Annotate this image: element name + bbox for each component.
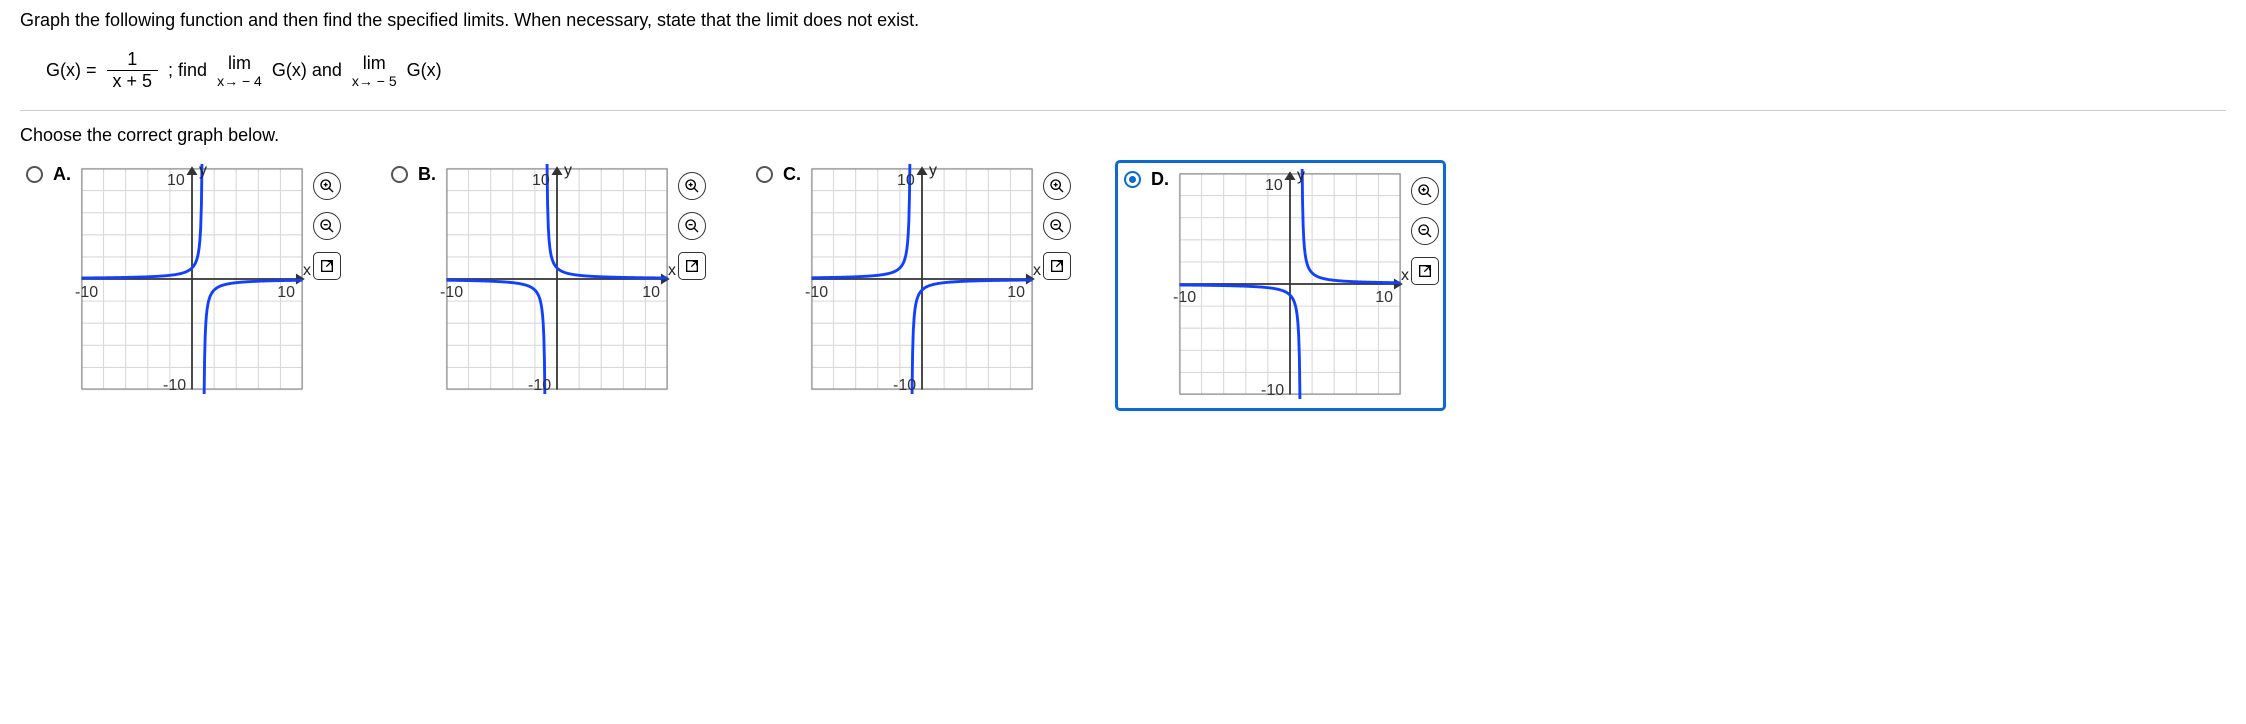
option-body[interactable]: C. y x 10 -10 -10 10: [750, 160, 1075, 403]
option-header[interactable]: A.: [26, 164, 71, 185]
tick-y-neg: -10: [528, 377, 551, 395]
radio-button[interactable]: [756, 166, 773, 183]
limit-1: lim x→ − 4: [217, 54, 262, 88]
option-body[interactable]: D. y x 10 -10 -10 10: [1115, 160, 1446, 411]
x-axis-label: x: [668, 262, 676, 280]
graph-controls: [1043, 164, 1071, 399]
radio-button[interactable]: [1124, 171, 1141, 188]
tick-x-neg: -10: [440, 284, 463, 302]
y-axis-label: y: [564, 162, 572, 180]
tick-y-pos: 10: [897, 172, 915, 190]
option-label: D.: [1151, 169, 1169, 190]
limit-2-top: lim: [363, 54, 386, 72]
tick-y-pos: 10: [1265, 177, 1283, 195]
formula-fraction: 1 x + 5: [107, 49, 159, 92]
zoom-in-icon[interactable]: [313, 172, 341, 200]
popout-icon[interactable]: [1043, 252, 1071, 280]
zoom-in-icon[interactable]: [1411, 177, 1439, 205]
tick-x-pos: 10: [1007, 284, 1025, 302]
y-axis-label: y: [1297, 167, 1305, 185]
limit-1-top: lim: [228, 54, 251, 72]
formula-find: ; find: [168, 60, 207, 81]
zoom-in-icon[interactable]: [1043, 172, 1071, 200]
graph-controls: [313, 164, 341, 399]
tick-y-neg: -10: [1261, 382, 1284, 400]
tick-x-pos: 10: [277, 284, 295, 302]
graph[interactable]: yx10-10-1010: [442, 164, 672, 399]
x-axis-label: x: [303, 262, 311, 280]
y-axis-label: y: [929, 162, 937, 180]
option-label: A.: [53, 164, 71, 185]
radio-button[interactable]: [26, 166, 43, 183]
option-header[interactable]: B.: [391, 164, 436, 185]
fraction-numerator: 1: [121, 49, 143, 70]
options-row: A. y x 10 -10 -10 10 B. y x 10 -10 -10 10 C.: [20, 160, 2226, 411]
zoom-out-icon[interactable]: [313, 212, 341, 240]
limit-1-under: x→ − 4: [217, 74, 262, 88]
tick-y-neg: -10: [893, 377, 916, 395]
x-axis-label: x: [1033, 262, 1041, 280]
graph-controls: [1411, 169, 1439, 404]
graph[interactable]: yx10-10-1010: [1175, 169, 1405, 404]
popout-icon[interactable]: [313, 252, 341, 280]
tick-x-pos: 10: [642, 284, 660, 302]
x-axis-label: x: [1401, 267, 1409, 285]
zoom-out-icon[interactable]: [1043, 212, 1071, 240]
tick-y-neg: -10: [163, 377, 186, 395]
graph[interactable]: yx10-10-1010: [807, 164, 1037, 399]
tick-x-neg: -10: [805, 284, 828, 302]
tick-x-neg: -10: [75, 284, 98, 302]
tick-y-pos: 10: [532, 172, 550, 190]
option-label: B.: [418, 164, 436, 185]
limit-2-under: x→ − 5: [352, 74, 397, 88]
option-a: A. y x 10 -10 -10 10: [20, 160, 345, 403]
popout-icon[interactable]: [678, 252, 706, 280]
graph[interactable]: yx10-10-1010: [77, 164, 307, 399]
fraction-denominator: x + 5: [107, 70, 159, 92]
zoom-in-icon[interactable]: [678, 172, 706, 200]
y-axis-label: y: [199, 162, 207, 180]
instructions-text: Graph the following function and then fi…: [20, 10, 2226, 31]
limit-2-of: G(x): [407, 60, 442, 81]
graph-controls: [678, 164, 706, 399]
option-d: D. y x 10 -10 -10 10: [1115, 160, 1446, 411]
zoom-out-icon[interactable]: [678, 212, 706, 240]
divider: [20, 110, 2226, 111]
tick-y-pos: 10: [167, 172, 185, 190]
formula-lhs: G(x) =: [46, 60, 97, 81]
option-body[interactable]: A. y x 10 -10 -10 10: [20, 160, 345, 403]
tick-x-neg: -10: [1173, 289, 1196, 307]
option-body[interactable]: B. y x 10 -10 -10 10: [385, 160, 710, 403]
option-header[interactable]: D.: [1124, 169, 1169, 190]
option-c: C. y x 10 -10 -10 10: [750, 160, 1075, 403]
limit-1-of: G(x) and: [272, 60, 342, 81]
option-header[interactable]: C.: [756, 164, 801, 185]
radio-button[interactable]: [391, 166, 408, 183]
zoom-out-icon[interactable]: [1411, 217, 1439, 245]
popout-icon[interactable]: [1411, 257, 1439, 285]
limit-2: lim x→ − 5: [352, 54, 397, 88]
formula: G(x) = 1 x + 5 ; find lim x→ − 4 G(x) an…: [20, 49, 2226, 92]
tick-x-pos: 10: [1375, 289, 1393, 307]
option-label: C.: [783, 164, 801, 185]
option-b: B. y x 10 -10 -10 10: [385, 160, 710, 403]
choose-prompt: Choose the correct graph below.: [20, 125, 2226, 146]
